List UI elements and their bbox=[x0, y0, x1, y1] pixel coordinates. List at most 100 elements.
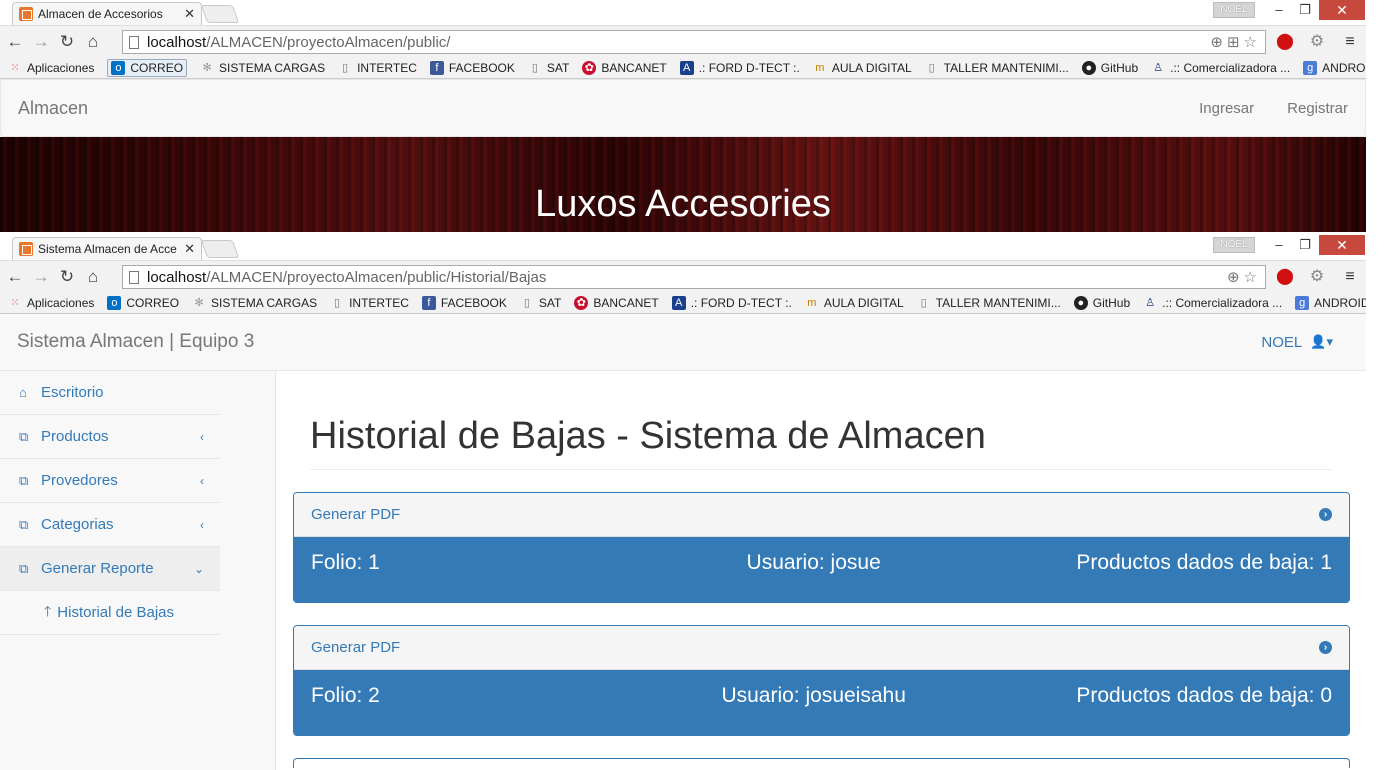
new-tab-button[interactable] bbox=[200, 240, 240, 258]
page-icon bbox=[129, 35, 139, 49]
address-bar[interactable]: localhost/ALMACEN/proyectoAlmacen/public… bbox=[122, 265, 1266, 289]
bookmark-ford[interactable]: A.: FORD D-TECT :. bbox=[679, 60, 800, 75]
bookmark-comercializadora[interactable]: ♙.:: Comercializadora ... bbox=[1143, 296, 1282, 310]
sidebar-item-label: Generar Reporte bbox=[41, 560, 154, 577]
login-link[interactable]: Ingresar bbox=[1199, 100, 1254, 117]
page-icon: ▯ bbox=[523, 296, 530, 309]
zoom-translate-star-icons[interactable]: ⊕⊞☆ bbox=[1210, 33, 1261, 51]
profile-badge[interactable]: NOEL bbox=[1213, 237, 1255, 253]
sidebar-item-generar-reporte[interactable]: ⧉ Generar Reporte ⌄ bbox=[0, 547, 220, 591]
bookmarks-bar: ⁙ Aplicaciones o CORREO ✻ SISTEMA CARGAS ▯ I… bbox=[0, 57, 1366, 79]
extension-icon[interactable]: ⚙ bbox=[1306, 266, 1328, 288]
close-window-button[interactable]: ✕ bbox=[1319, 0, 1365, 20]
generate-pdf-link[interactable]: Generar PDF › bbox=[294, 626, 1349, 670]
ford-icon: A bbox=[679, 60, 694, 75]
navbar-brand[interactable]: Almacen bbox=[18, 98, 88, 119]
tab-title: Almacen de Accesorios bbox=[38, 7, 163, 21]
bookmark-comercializadora[interactable]: ♙.:: Comercializadora ... bbox=[1151, 61, 1290, 75]
tab-close-icon[interactable]: ✕ bbox=[184, 6, 195, 22]
apps-grid-icon: ⁙ bbox=[10, 61, 20, 74]
forward-arrow-icon[interactable]: → bbox=[30, 32, 52, 52]
browser-tab[interactable]: Almacen de Accesorios ✕ bbox=[12, 2, 202, 25]
panel-body: Folio: 1 Usuario: josue Productos dados … bbox=[294, 537, 1349, 602]
sidebar-item-categorias[interactable]: ⧉ Categorias ‹ bbox=[0, 503, 220, 547]
bookmark-bancanet[interactable]: ✿ BANCANET bbox=[574, 295, 659, 310]
extension-icon[interactable]: ⚙ bbox=[1306, 31, 1328, 53]
minimize-button[interactable]: – bbox=[1265, 235, 1293, 255]
browser-tab[interactable]: Sistema Almacen de Acce ✕ bbox=[12, 237, 202, 260]
register-link[interactable]: Registrar bbox=[1287, 100, 1348, 117]
restore-button[interactable]: ❐ bbox=[1291, 0, 1319, 20]
bookmark-taller[interactable]: ▯ TALLER MANTENIMI... bbox=[925, 61, 1069, 75]
url-host: localhost bbox=[147, 33, 207, 51]
user-caret-icon: 👤▾ bbox=[1310, 334, 1333, 349]
browser-window-2: Sistema Almacen de Acce ✕ NOEL – ❐ ✕ ← →… bbox=[0, 235, 1366, 770]
url-path: /ALMACEN/proyectoAlmacen/public/Historia… bbox=[206, 268, 547, 286]
home-icon[interactable]: ⌂ bbox=[82, 267, 104, 287]
xampp-favicon-icon bbox=[19, 242, 33, 256]
bookmark-taller[interactable]: ▯ TALLER MANTENIMI... bbox=[917, 296, 1061, 310]
back-arrow-icon[interactable]: ← bbox=[4, 32, 26, 52]
address-bar[interactable]: localhost/ALMACEN/proyectoAlmacen/public… bbox=[122, 30, 1266, 54]
page-icon bbox=[129, 270, 139, 284]
reload-icon[interactable]: ↻ bbox=[56, 32, 78, 52]
forward-arrow-icon[interactable]: → bbox=[30, 267, 52, 287]
adblock-icon[interactable]: ⬤ bbox=[1274, 31, 1296, 53]
page-icon: ▯ bbox=[920, 296, 927, 309]
bookmark-android[interactable]: gANDROID bbox=[1303, 60, 1366, 75]
bookmark-correo[interactable]: o CORREO bbox=[107, 295, 179, 310]
bookmark-sat[interactable]: ▯ SAT bbox=[520, 296, 561, 310]
sidebar-item-label: Provedores bbox=[41, 472, 118, 489]
sidebar-subitem-label: Historial de Bajas bbox=[57, 604, 174, 621]
adblock-icon[interactable]: ⬤ bbox=[1274, 266, 1296, 288]
new-tab-button[interactable] bbox=[200, 5, 240, 23]
menu-icon[interactable]: ≡ bbox=[1339, 266, 1361, 288]
folio-text: Folio: 1 bbox=[311, 551, 380, 574]
loading-icon: ✻ bbox=[194, 296, 204, 309]
bookmark-apps[interactable]: ⁙ Aplicaciones bbox=[8, 296, 94, 310]
user-menu[interactable]: NOEL 👤▾ bbox=[1261, 334, 1333, 351]
navbar-brand[interactable]: Sistema Almacen | Equipo 3 bbox=[17, 331, 254, 353]
bookmark-ford[interactable]: A.: FORD D-TECT :. bbox=[671, 295, 792, 310]
bookmark-github[interactable]: ● GitHub bbox=[1081, 60, 1138, 75]
bookmark-github[interactable]: ● GitHub bbox=[1073, 295, 1130, 310]
bookmark-facebook[interactable]: f FACEBOOK bbox=[421, 295, 507, 310]
bookmark-aula-digital[interactable]: m AULA DIGITAL bbox=[805, 296, 903, 310]
sidebar-item-productos[interactable]: ⧉ Productos ‹ bbox=[0, 415, 220, 459]
productos-text: Productos dados de baja: 0 bbox=[1076, 684, 1332, 707]
menu-icon[interactable]: ≡ bbox=[1339, 31, 1361, 53]
sidebar-subitem-historial-bajas[interactable]: 🡑 Historial de Bajas bbox=[0, 591, 220, 635]
bookmark-sistema-cargas[interactable]: ✻ SISTEMA CARGAS bbox=[192, 296, 317, 310]
copy-icon: ⧉ bbox=[19, 516, 29, 532]
arrow-circle-right-icon[interactable]: › bbox=[1319, 641, 1332, 654]
generate-pdf-link[interactable]: Generar PDF › bbox=[294, 493, 1349, 537]
bookmark-apps[interactable]: ⁙ Aplicaciones bbox=[8, 61, 94, 75]
tab-close-icon[interactable]: ✕ bbox=[184, 241, 195, 257]
bookmark-android[interactable]: gANDROID bbox=[1295, 295, 1366, 310]
toolbar: ← → ↻ ⌂ localhost/ALMACEN/proyectoAlmace… bbox=[0, 25, 1366, 57]
outlook-icon: o bbox=[107, 295, 122, 310]
reload-icon[interactable]: ↻ bbox=[56, 267, 78, 287]
minimize-button[interactable]: – bbox=[1265, 0, 1293, 20]
close-window-button[interactable]: ✕ bbox=[1319, 235, 1365, 255]
restore-button[interactable]: ❐ bbox=[1291, 235, 1319, 255]
arrow-circle-right-icon[interactable]: › bbox=[1319, 508, 1332, 521]
bookmark-bancanet[interactable]: ✿ BANCANET bbox=[582, 60, 667, 75]
productos-text: Productos dados de baja: 1 bbox=[1076, 551, 1332, 574]
bookmark-correo[interactable]: o CORREO bbox=[107, 58, 188, 77]
home-icon[interactable]: ⌂ bbox=[82, 32, 104, 52]
page-icon: ▯ bbox=[342, 61, 349, 74]
sidebar-item-provedores[interactable]: ⧉ Provedores ‹ bbox=[0, 459, 220, 503]
toolbar: ← → ↻ ⌂ localhost/ALMACEN/proyectoAlmace… bbox=[0, 260, 1366, 292]
bookmark-aula-digital[interactable]: m AULA DIGITAL bbox=[813, 61, 911, 75]
bookmark-intertec[interactable]: ▯ INTERTEC bbox=[338, 61, 417, 75]
zoom-star-icons[interactable]: ⊕☆ bbox=[1227, 268, 1261, 286]
profile-badge[interactable]: NOEL bbox=[1213, 2, 1255, 18]
bookmark-intertec[interactable]: ▯ INTERTEC bbox=[330, 296, 409, 310]
bookmark-facebook[interactable]: f FACEBOOK bbox=[429, 60, 515, 75]
bookmark-sistema-cargas[interactable]: ✻ SISTEMA CARGAS bbox=[200, 61, 325, 75]
back-arrow-icon[interactable]: ← bbox=[4, 267, 26, 287]
bookmark-sat[interactable]: ▯ SAT bbox=[528, 61, 569, 75]
sidebar-item-escritorio[interactable]: ⌂ Escritorio bbox=[0, 371, 220, 415]
usuario-text: Usuario: josue bbox=[746, 551, 881, 574]
